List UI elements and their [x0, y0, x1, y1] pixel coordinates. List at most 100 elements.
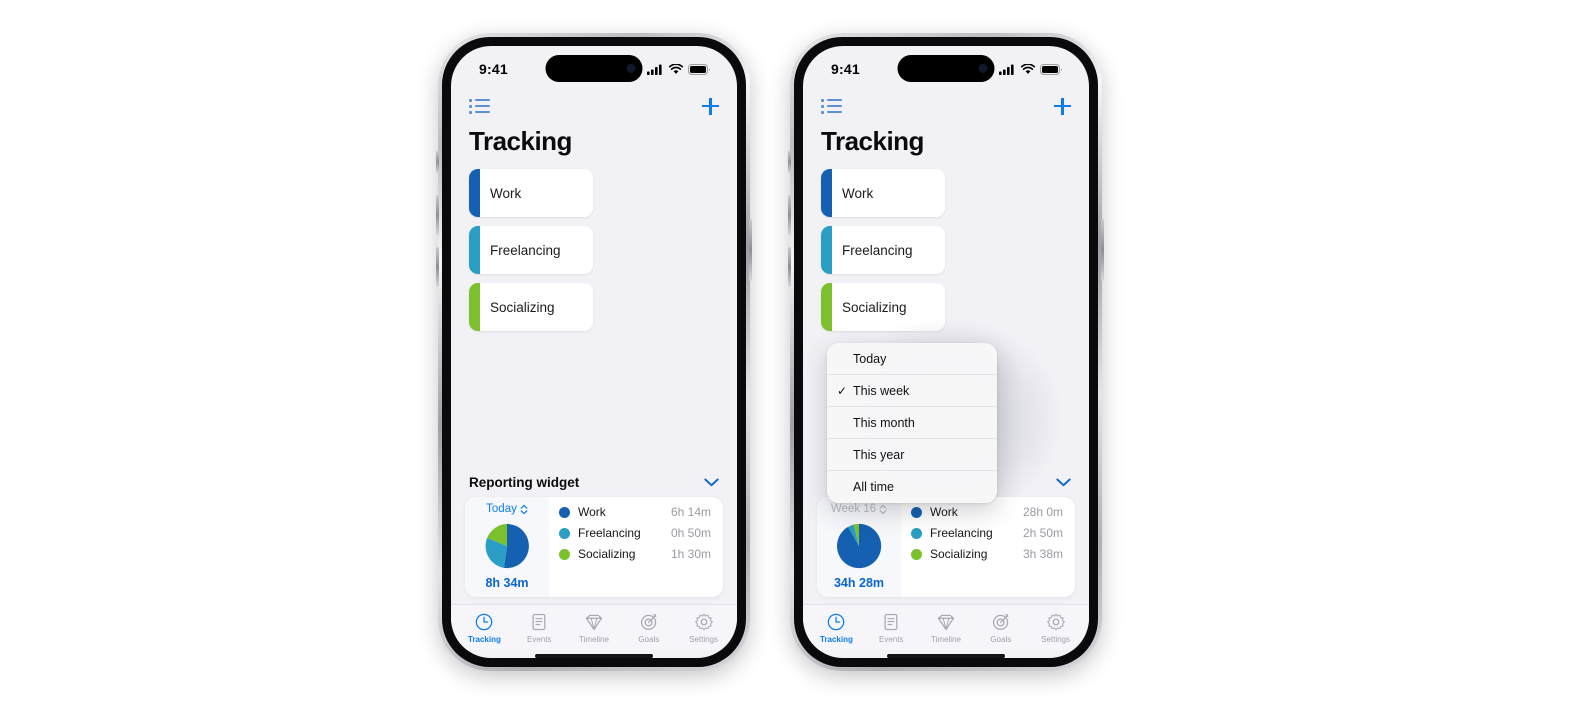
- page-title: Tracking: [821, 126, 924, 156]
- widget-summary: Week 16 34h 28m: [817, 497, 901, 597]
- phone-device-2: 9:41 Tracking Work Freelancing Socializi…: [788, 33, 1104, 671]
- legend-value: 0h 50m: [670, 526, 711, 540]
- plus-icon[interactable]: [702, 97, 719, 115]
- tab-events[interactable]: Events: [513, 612, 565, 644]
- legend-color-dot: [559, 506, 570, 518]
- widget-total: 34h 28m: [833, 576, 885, 590]
- activity-chip-freelancing[interactable]: Freelancing: [821, 226, 945, 274]
- gear-icon: [694, 613, 713, 631]
- tab-label: Timeline: [931, 635, 961, 644]
- list-icon[interactable]: [469, 98, 490, 114]
- activity-chip-socializing[interactable]: Socializing: [821, 283, 945, 331]
- plus-icon[interactable]: [1054, 97, 1071, 115]
- legend-value: 2h 50m: [1022, 526, 1063, 540]
- home-indicator[interactable]: [535, 654, 653, 658]
- menu-item-all-time[interactable]: All time: [827, 471, 997, 503]
- page-title: Tracking: [469, 126, 572, 156]
- battery-icon: [688, 63, 710, 75]
- activity-color-bar: [469, 226, 480, 274]
- power-button[interactable]: [1101, 219, 1104, 281]
- legend-label: Work: [930, 505, 958, 519]
- activity-chip-label: Work: [490, 185, 522, 201]
- volume-up-button[interactable]: [436, 195, 439, 235]
- menu-item-this-week[interactable]: ✓ This week: [827, 375, 997, 407]
- gear-icon: [1046, 613, 1065, 631]
- power-button[interactable]: [749, 219, 752, 281]
- home-indicator[interactable]: [887, 654, 1005, 658]
- period-selector[interactable]: Week 16: [831, 503, 887, 515]
- tab-goals[interactable]: Goals: [975, 612, 1027, 644]
- menu-item-label: Today: [853, 351, 887, 366]
- up-down-chevron-icon: [879, 504, 887, 514]
- pie-chart: [485, 523, 529, 568]
- activity-chip-list: Work Freelancing Socializing: [803, 157, 1089, 331]
- legend-row: Freelancing 0h 50m: [559, 526, 711, 540]
- clock-icon: [476, 613, 493, 631]
- period-selector[interactable]: Today: [486, 503, 528, 515]
- menu-item-this-month[interactable]: This month: [827, 407, 997, 439]
- menu-item-label: This month: [853, 415, 915, 430]
- silent-switch[interactable]: [788, 151, 791, 173]
- target-icon: [640, 614, 657, 631]
- tab-events[interactable]: Events: [865, 612, 917, 644]
- legend-value: 3h 38m: [1022, 547, 1063, 561]
- pie-slice-work: [503, 523, 529, 568]
- legend-color-dot: [559, 527, 570, 539]
- activity-chip-socializing[interactable]: Socializing: [469, 283, 593, 331]
- cellular-icon: [647, 64, 662, 75]
- tab-tracking[interactable]: Tracking: [810, 612, 862, 644]
- front-camera-icon: [626, 64, 636, 73]
- legend-color-dot: [911, 548, 922, 560]
- menu-checkmark: ✓: [837, 383, 848, 398]
- legend-value: 6h 14m: [670, 505, 711, 519]
- phone-screen: 9:41 Tracking Work Freelancing Socializi…: [803, 46, 1089, 658]
- volume-down-button[interactable]: [436, 247, 439, 287]
- bottom-block: Reporting widget Today 8h 34m Work 6h 14…: [451, 475, 737, 658]
- tab-bar: Tracking Events Timeline Goals Settings: [451, 604, 737, 650]
- activity-chip-label: Socializing: [842, 299, 907, 315]
- status-time: 9:41: [831, 61, 860, 77]
- widget-summary: Today 8h 34m: [465, 497, 549, 597]
- list-icon[interactable]: [821, 98, 842, 114]
- chevron-down-icon[interactable]: [1056, 478, 1071, 487]
- pie-slice-work: [836, 523, 882, 568]
- activity-chip-label: Freelancing: [490, 242, 561, 258]
- battery-icon: [1040, 63, 1062, 75]
- legend-color-dot: [911, 506, 922, 518]
- activity-chip-freelancing[interactable]: Freelancing: [469, 226, 593, 274]
- status-icons: [647, 63, 711, 75]
- list-icon-row: [469, 98, 490, 102]
- activity-color-bar: [821, 226, 832, 274]
- chevron-down-icon[interactable]: [704, 478, 719, 487]
- tab-label: Events: [526, 635, 552, 644]
- volume-up-button[interactable]: [788, 195, 791, 235]
- document-icon: [532, 613, 546, 631]
- activity-color-bar: [821, 283, 832, 331]
- tab-goals[interactable]: Goals: [623, 612, 675, 644]
- activity-chip-list: Work Freelancing Socializing: [451, 157, 737, 331]
- legend-label: Socializing: [578, 547, 636, 561]
- tab-settings[interactable]: Settings: [1030, 612, 1082, 644]
- menu-item-this-year[interactable]: This year: [827, 439, 997, 471]
- list-icon-row: [821, 98, 842, 102]
- activity-chip-work[interactable]: Work: [469, 169, 593, 217]
- pie-chart: [836, 523, 882, 568]
- phone-device-1: 9:41 Tracking Work Freelancing Socializi…: [436, 33, 752, 671]
- silent-switch[interactable]: [436, 151, 439, 173]
- tab-label: Events: [878, 635, 904, 644]
- menu-item-today[interactable]: Today: [827, 343, 997, 375]
- tab-timeline[interactable]: Timeline: [920, 612, 972, 644]
- widget-total: 8h 34m: [485, 576, 529, 590]
- list-icon-row: [469, 104, 490, 108]
- activity-chip-work[interactable]: Work: [821, 169, 945, 217]
- phone-bezel: 9:41 Tracking Work Freelancing Socializi…: [442, 37, 746, 667]
- volume-down-button[interactable]: [788, 247, 791, 287]
- list-icon-row: [469, 110, 490, 114]
- tab-tracking[interactable]: Tracking: [458, 612, 510, 644]
- menu-item-label: This week: [853, 383, 910, 398]
- tab-timeline[interactable]: Timeline: [568, 612, 620, 644]
- list-icon-row: [821, 110, 842, 114]
- tab-bar: Tracking Events Timeline Goals Settings: [803, 604, 1089, 650]
- tab-settings[interactable]: Settings: [678, 612, 730, 644]
- status-icons: [999, 63, 1063, 75]
